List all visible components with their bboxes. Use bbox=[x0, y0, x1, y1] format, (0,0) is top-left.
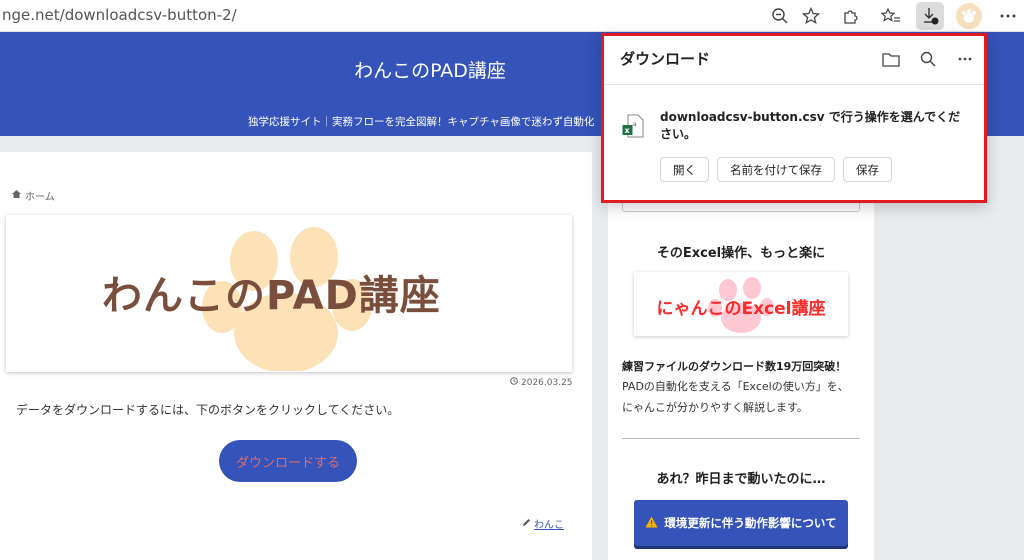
clock-icon bbox=[510, 377, 518, 388]
warning-icon bbox=[645, 516, 658, 531]
download-prompt-message: downloadcsv-button.csv で行う操作を選んでください。 bbox=[660, 110, 961, 141]
environment-update-label: 環境更新に伴う動作影響について bbox=[664, 516, 837, 530]
browser-toolbar: nge.net/downloadcsv-button-2/ bbox=[0, 0, 1024, 32]
open-button[interactable]: 開く bbox=[660, 157, 709, 182]
site-tagline: 独学応援サイト｜実務フローを完全図解！キャプチャ画像で迷わず自動化 bbox=[248, 116, 595, 128]
downloads-panel: ダウンロード x a downloadcsv-button.csv で行う操作を… bbox=[601, 33, 987, 203]
download-action-buttons: 開く 名前を付けて保存 保存 bbox=[660, 157, 892, 182]
home-icon bbox=[12, 190, 21, 201]
svg-text:a: a bbox=[633, 121, 637, 128]
pencil-icon bbox=[522, 518, 531, 530]
favorites-icon[interactable] bbox=[877, 2, 905, 30]
hero-image: わんこのPAD講座 bbox=[6, 215, 572, 372]
hero-title: わんこのPAD講座 bbox=[102, 273, 441, 319]
breadcrumb[interactable]: ホーム bbox=[12, 188, 55, 203]
save-button[interactable]: 保存 bbox=[843, 157, 892, 182]
instruction-text: データをダウンロードするには、下のボタンをクリックしてください。 bbox=[16, 403, 400, 417]
post-date: 2026.03.25 bbox=[510, 377, 573, 388]
downloads-panel-title: ダウンロード bbox=[620, 50, 711, 68]
downloads-panel-divider bbox=[604, 84, 984, 85]
sidebar-heading-issue: あれ？昨日まで動いたのに… bbox=[656, 472, 826, 487]
address-bar[interactable]: nge.net/downloadcsv-button-2/ bbox=[2, 6, 237, 24]
sidebar-description-line2: にゃんこが分かりやすく解説します。 bbox=[622, 401, 808, 414]
download-count-text: 練習ファイルのダウンロード数19万回突破！ bbox=[622, 360, 847, 373]
environment-update-button[interactable]: 環境更新に伴う動作影響について bbox=[634, 500, 848, 546]
sidebar-heading-excel: そのExcel操作、もっと楽に bbox=[656, 246, 826, 261]
svg-text:x: x bbox=[625, 126, 631, 135]
download-button[interactable]: ダウンロードする bbox=[219, 440, 357, 482]
author-link[interactable]: わんこ bbox=[522, 516, 564, 531]
search-downloads-icon[interactable] bbox=[915, 46, 941, 72]
sidebar-description-line1: PADの自動化を支える「Excelの使い方」を、 bbox=[622, 380, 849, 393]
profile-avatar[interactable] bbox=[956, 3, 982, 29]
excel-course-banner-text: にゃんこのExcel講座 bbox=[656, 299, 826, 319]
author-name[interactable]: わんこ bbox=[534, 516, 564, 531]
more-actions-icon[interactable] bbox=[952, 46, 978, 72]
excel-course-banner[interactable]: にゃんこのExcel講座 bbox=[634, 272, 848, 336]
zoom-out-icon[interactable] bbox=[766, 2, 794, 30]
csv-file-icon: x a bbox=[622, 114, 644, 138]
breadcrumb-home[interactable]: ホーム bbox=[25, 188, 55, 203]
downloads-icon[interactable] bbox=[916, 2, 944, 30]
post-date-text: 2026.03.25 bbox=[521, 377, 573, 388]
open-folder-icon[interactable] bbox=[878, 46, 904, 72]
save-as-button[interactable]: 名前を付けて保存 bbox=[717, 157, 835, 182]
main-content: ホーム わんこのPAD講座 2026.03.25 データをダウンロードするには、… bbox=[0, 152, 592, 560]
star-icon[interactable] bbox=[797, 2, 825, 30]
extensions-icon[interactable] bbox=[836, 2, 864, 30]
site-title[interactable]: わんこのPAD講座 bbox=[300, 56, 560, 83]
sidebar-divider bbox=[622, 438, 860, 439]
more-options-icon[interactable] bbox=[994, 2, 1022, 30]
